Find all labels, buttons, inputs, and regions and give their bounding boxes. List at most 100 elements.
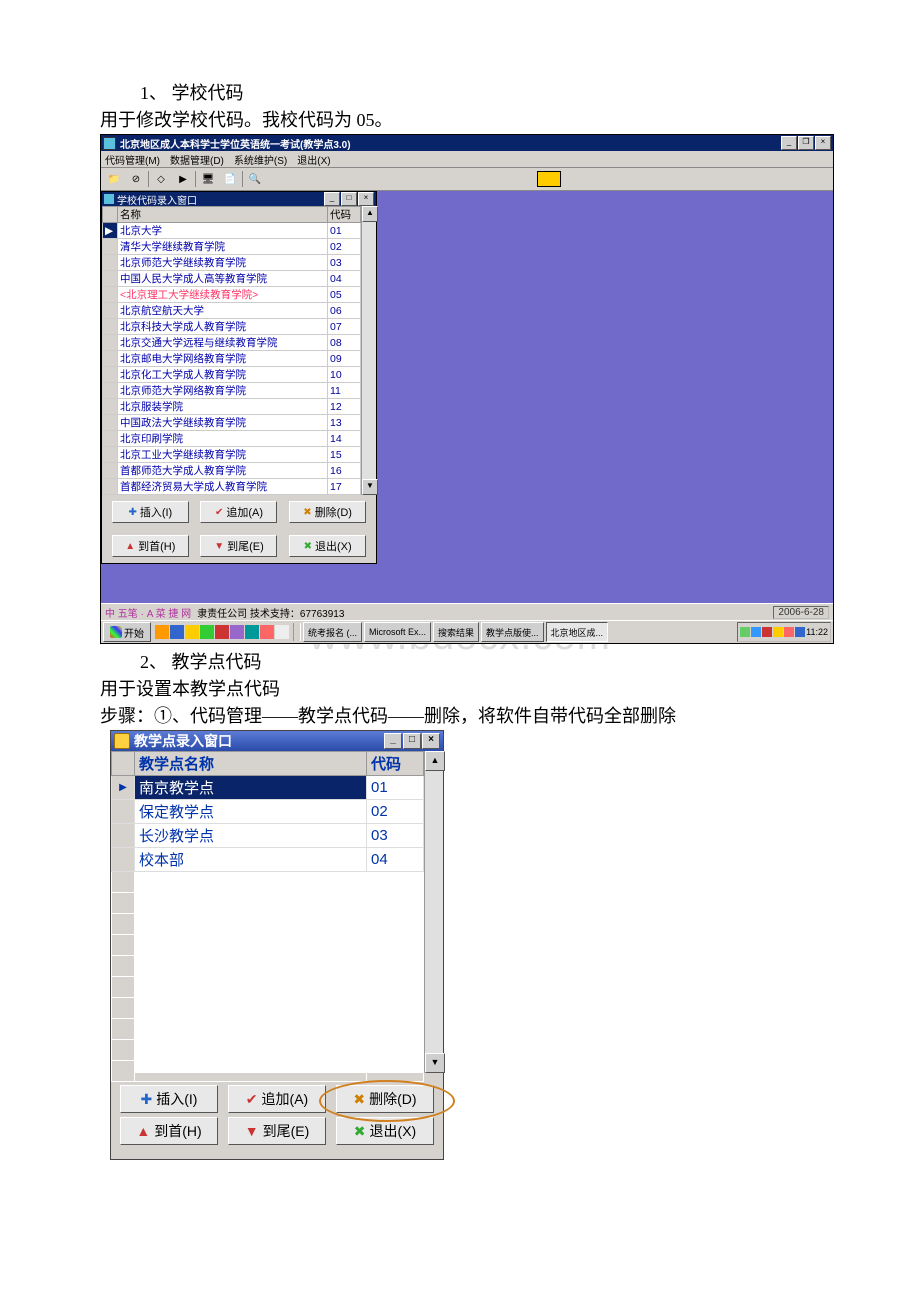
restore-button[interactable]: ❐ — [798, 136, 814, 150]
vertical-scrollbar[interactable]: ▲ ▼ — [361, 206, 376, 495]
ql-icon[interactable] — [170, 625, 184, 639]
cell-code: 15 — [328, 447, 361, 463]
insert-button[interactable]: ✚插入(I) — [120, 1085, 218, 1113]
child-close-button[interactable]: × — [358, 192, 374, 206]
taskbar: 开始 统考报名 (...Microsoft Ex...搜索结果教学点版使...北… — [101, 620, 833, 643]
cell-code: 10 — [328, 367, 361, 383]
menu-item[interactable]: 数据管理(D) — [170, 152, 224, 167]
ql-icon[interactable] — [245, 625, 259, 639]
ql-icon[interactable] — [260, 625, 274, 639]
delete-button[interactable]: ✖删除(D) — [336, 1085, 434, 1113]
taskbar-task[interactable]: 搜索结果 — [433, 622, 479, 642]
tray-icon[interactable] — [773, 627, 783, 637]
cell-code: 17 — [328, 479, 361, 495]
minimize-button[interactable]: _ — [781, 136, 797, 150]
taskbar-task[interactable]: Microsoft Ex... — [364, 622, 431, 642]
table-row[interactable]: 长沙教学点03 — [112, 824, 424, 848]
first-button[interactable]: ▲到首(H) — [112, 535, 189, 557]
tray-icon[interactable] — [784, 627, 794, 637]
child-minimize-button[interactable]: _ — [324, 192, 340, 206]
scroll-down-button[interactable]: ▼ — [362, 479, 378, 495]
tray-icon[interactable] — [762, 627, 772, 637]
table-row[interactable]: <北京理工大学继续教育学院>05 — [103, 287, 361, 303]
ql-icon[interactable] — [200, 625, 214, 639]
scroll-up-button[interactable]: ▲ — [362, 206, 378, 222]
cell-code: 11 — [328, 383, 361, 399]
scroll-down-button[interactable]: ▼ — [425, 1053, 445, 1073]
child-title: 学校代码录入窗口 — [117, 192, 324, 207]
table-row[interactable]: 北京科技大学成人教育学院07 — [103, 319, 361, 335]
ql-icon[interactable] — [230, 625, 244, 639]
table-row[interactable]: 北京工业大学继续教育学院15 — [103, 447, 361, 463]
col-header-code[interactable]: 代码 — [328, 207, 361, 223]
window-titlebar: 教学点录入窗口 _ □ × — [111, 731, 443, 751]
taskbar-task[interactable]: 教学点版使... — [481, 622, 544, 642]
ql-icon[interactable] — [215, 625, 229, 639]
maximize-button[interactable]: □ — [403, 733, 421, 749]
close-button[interactable]: × — [815, 136, 831, 150]
menu-item[interactable]: 系统维护(S) — [234, 152, 287, 167]
append-button[interactable]: ✔追加(A) — [228, 1085, 326, 1113]
toolbar-button[interactable]: 🔍 — [244, 169, 266, 189]
table-row[interactable]: ▶南京教学点01 — [112, 776, 424, 800]
table-row[interactable]: 校本部04 — [112, 848, 424, 872]
table-row[interactable]: 首都师范大学成人教育学院16 — [103, 463, 361, 479]
toolbar-button[interactable]: ▶ — [172, 169, 194, 189]
taskbar-task[interactable]: 北京地区成... — [546, 622, 609, 642]
menu-item[interactable]: 退出(X) — [297, 152, 330, 167]
ql-icon[interactable] — [275, 625, 289, 639]
table-row[interactable]: 清华大学继续教育学院02 — [103, 239, 361, 255]
toolbar-button[interactable]: 📁 — [103, 169, 125, 189]
table-row[interactable]: 北京师范大学继续教育学院03 — [103, 255, 361, 271]
last-button[interactable]: ▼到尾(E) — [228, 1117, 326, 1145]
tray-icon[interactable] — [751, 627, 761, 637]
table-row[interactable]: ▶北京大学01 — [103, 223, 361, 239]
table-row[interactable]: 保定教学点02 — [112, 800, 424, 824]
table-row[interactable]: 北京服装学院12 — [103, 399, 361, 415]
ql-icon[interactable] — [185, 625, 199, 639]
row-indicator — [103, 351, 118, 367]
table-row[interactable]: 北京交通大学远程与继续教育学院08 — [103, 335, 361, 351]
toolbar-button[interactable]: 📄 — [219, 169, 241, 189]
scroll-up-button[interactable]: ▲ — [425, 751, 445, 771]
start-button[interactable]: 开始 — [103, 622, 151, 642]
check-icon: ✔ — [246, 1091, 258, 1108]
vertical-scrollbar[interactable]: ▲ ▼ — [424, 751, 443, 1073]
col-header-name[interactable]: 教学点名称 — [135, 752, 367, 776]
taskbar-task[interactable]: 统考报名 (... — [303, 622, 362, 642]
table-row[interactable]: 首都经济贸易大学成人教育学院17 — [103, 479, 361, 495]
table-row[interactable]: 北京化工大学成人教育学院10 — [103, 367, 361, 383]
table-row[interactable]: 中国政法大学继续教育学院13 — [103, 415, 361, 431]
table-row[interactable]: 北京邮电大学网络教育学院09 — [103, 351, 361, 367]
menu-item[interactable]: 代码管理(M) — [105, 152, 160, 167]
tray-icon[interactable] — [740, 627, 750, 637]
school-code-table[interactable]: 名称 代码 ▶北京大学01清华大学继续教育学院02北京师范大学继续教育学院03中… — [102, 206, 361, 495]
append-button[interactable]: ✔追加(A) — [200, 501, 277, 523]
cell-code: 14 — [328, 431, 361, 447]
toolbar-button[interactable]: 🖥 — [197, 169, 219, 189]
tray-icon[interactable] — [795, 627, 805, 637]
col-header-name[interactable]: 名称 — [118, 207, 328, 223]
toolbar-button[interactable]: ◇ — [150, 169, 172, 189]
close-button[interactable]: × — [422, 733, 440, 749]
last-button[interactable]: ▼到尾(E) — [200, 535, 277, 557]
exit-button[interactable]: ✖退出(X) — [289, 535, 366, 557]
row-indicator — [103, 367, 118, 383]
child-maximize-button[interactable]: □ — [341, 192, 357, 206]
table-row[interactable]: 中国人民大学成人高等教育学院04 — [103, 271, 361, 287]
table-row[interactable]: 北京师范大学网络教育学院11 — [103, 383, 361, 399]
row-indicator — [103, 415, 118, 431]
minimize-button[interactable]: _ — [384, 733, 402, 749]
ql-icon[interactable] — [155, 625, 169, 639]
row-indicator — [103, 399, 118, 415]
teaching-point-table[interactable]: 教学点名称 代码 ▶南京教学点01保定教学点02长沙教学点03校本部04 — [111, 751, 424, 1082]
empty-row — [112, 872, 424, 893]
table-row[interactable]: 北京印刷学院14 — [103, 431, 361, 447]
insert-button[interactable]: ✚插入(I) — [112, 501, 189, 523]
toolbar-button[interactable]: ⊘ — [125, 169, 147, 189]
table-row[interactable]: 北京航空航天大学06 — [103, 303, 361, 319]
delete-button[interactable]: ✖删除(D) — [289, 501, 366, 523]
first-button[interactable]: ▲到首(H) — [120, 1117, 218, 1145]
status-date: 2006-6-28 — [773, 606, 829, 619]
col-header-code[interactable]: 代码 — [367, 752, 424, 776]
